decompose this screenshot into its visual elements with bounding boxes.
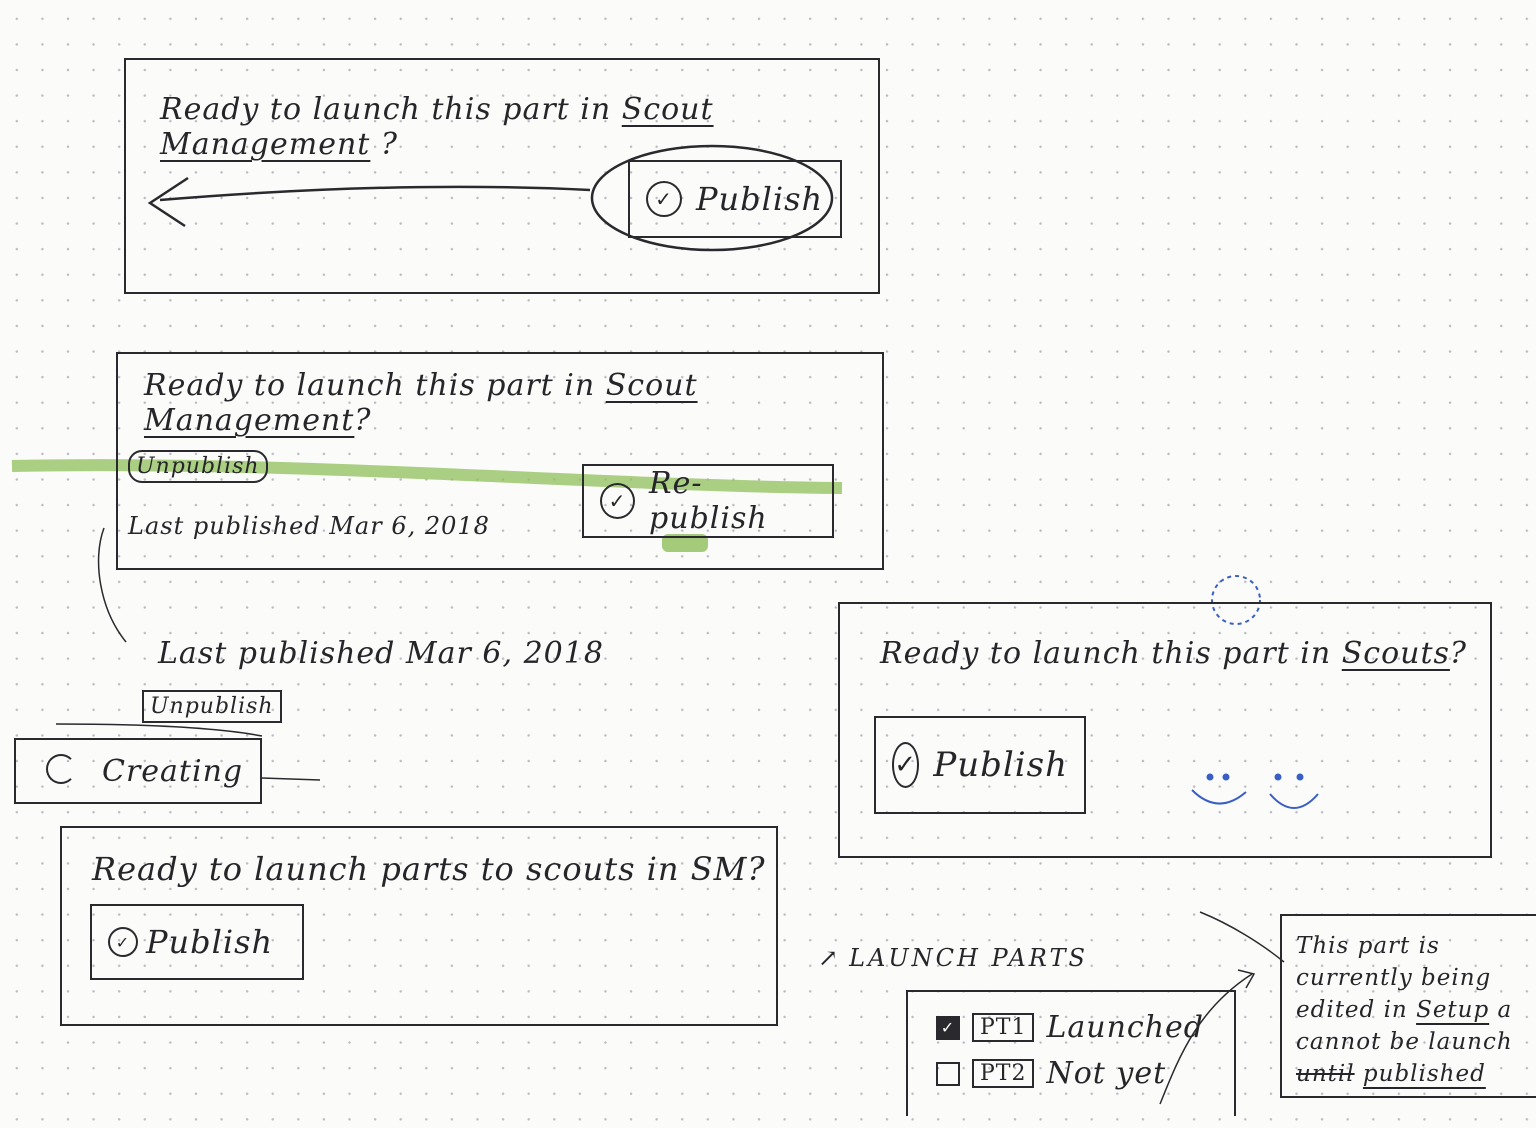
part-row-pt2[interactable]: PT2 Not yet	[936, 1056, 1166, 1091]
panel-4-prompt: Ready to launch parts to scouts in SM?	[92, 850, 766, 888]
unpublish-button[interactable]: Unpublish	[128, 450, 268, 483]
publish-button[interactable]: ✓ Publish	[90, 904, 304, 980]
publish-button[interactable]: ✓ Publish	[874, 716, 1086, 814]
panel-3-prompt: Ready to launch this part in Scouts?	[880, 636, 1468, 671]
last-published-text: Last published Mar 6, 2018	[128, 512, 490, 540]
publish-button[interactable]: ✓ Publish	[628, 160, 842, 238]
check-circle-icon: ✓	[600, 483, 636, 519]
part-row-pt1[interactable]: ✓ PT1 Launched	[936, 1010, 1204, 1045]
detail-unpublish-button[interactable]: Unpublish	[142, 690, 282, 723]
launch-parts-list: ✓ PT1 Launched PT2 Not yet	[906, 990, 1236, 1116]
publish-label: Publish	[696, 180, 824, 218]
checkbox-checked-icon[interactable]: ✓	[936, 1015, 960, 1040]
launch-panel-1: Ready to launch this part in Scout Manag…	[124, 58, 880, 294]
launch-arrow-icon: ↗	[818, 944, 842, 972]
creating-button[interactable]: Creating	[14, 738, 262, 804]
tooltip-pointer	[1199, 911, 1285, 963]
tooltip-line-2: currently being	[1296, 965, 1492, 991]
publish-label: Publish	[146, 923, 274, 961]
creating-strike	[55, 723, 263, 737]
part-tag: PT2	[972, 1059, 1035, 1088]
tooltip-arrow-head	[1237, 969, 1256, 989]
launch-parts-title: LAUNCH PARTS	[849, 944, 1088, 972]
detail-last-published: Last published Mar 6, 2018	[158, 636, 604, 671]
check-circle-icon: ✓	[108, 927, 138, 957]
blocked-part-tooltip: This part is currently being edited in S…	[1280, 914, 1536, 1098]
tooltip-line-5: until published	[1296, 1061, 1486, 1087]
check-circle-icon: ✓	[646, 181, 682, 217]
panel-2-prompt: Ready to launch this part in Scout Manag…	[144, 368, 698, 438]
app-link-scouts[interactable]: Scouts	[1342, 636, 1450, 671]
panel-1-prompt: Ready to launch this part in Scout Manag…	[160, 92, 714, 162]
tooltip-line-4: cannot be launch	[1296, 1029, 1513, 1055]
launch-panel-3: Ready to launch this part in Scouts? ✓ P…	[838, 602, 1492, 858]
part-tag: PT1	[972, 1013, 1035, 1042]
tooltip-line-3: edited in Setup a	[1296, 997, 1513, 1023]
launch-panel-4: Ready to launch parts to scouts in SM? ✓…	[60, 826, 778, 1026]
creating-label: Creating	[102, 753, 244, 789]
launch-parts-header: ↗ LAUNCH PARTS	[818, 944, 1088, 972]
launch-panel-2: Ready to launch this part in Scout Manag…	[116, 352, 884, 570]
republish-label: Re-publish	[649, 466, 768, 536]
publish-label: Publish	[933, 745, 1068, 785]
check-circle-icon: ✓	[892, 742, 920, 788]
part-status: Not yet	[1046, 1056, 1167, 1091]
republish-button[interactable]: ✓ Re-publish	[582, 464, 834, 538]
creating-tail	[261, 777, 321, 781]
part-status: Launched	[1046, 1010, 1205, 1045]
tooltip-line-1: This part is	[1296, 933, 1440, 959]
checkbox-unchecked-icon[interactable]	[936, 1061, 960, 1086]
setup-link[interactable]: Setup	[1416, 997, 1489, 1023]
spinner-icon	[46, 754, 76, 784]
